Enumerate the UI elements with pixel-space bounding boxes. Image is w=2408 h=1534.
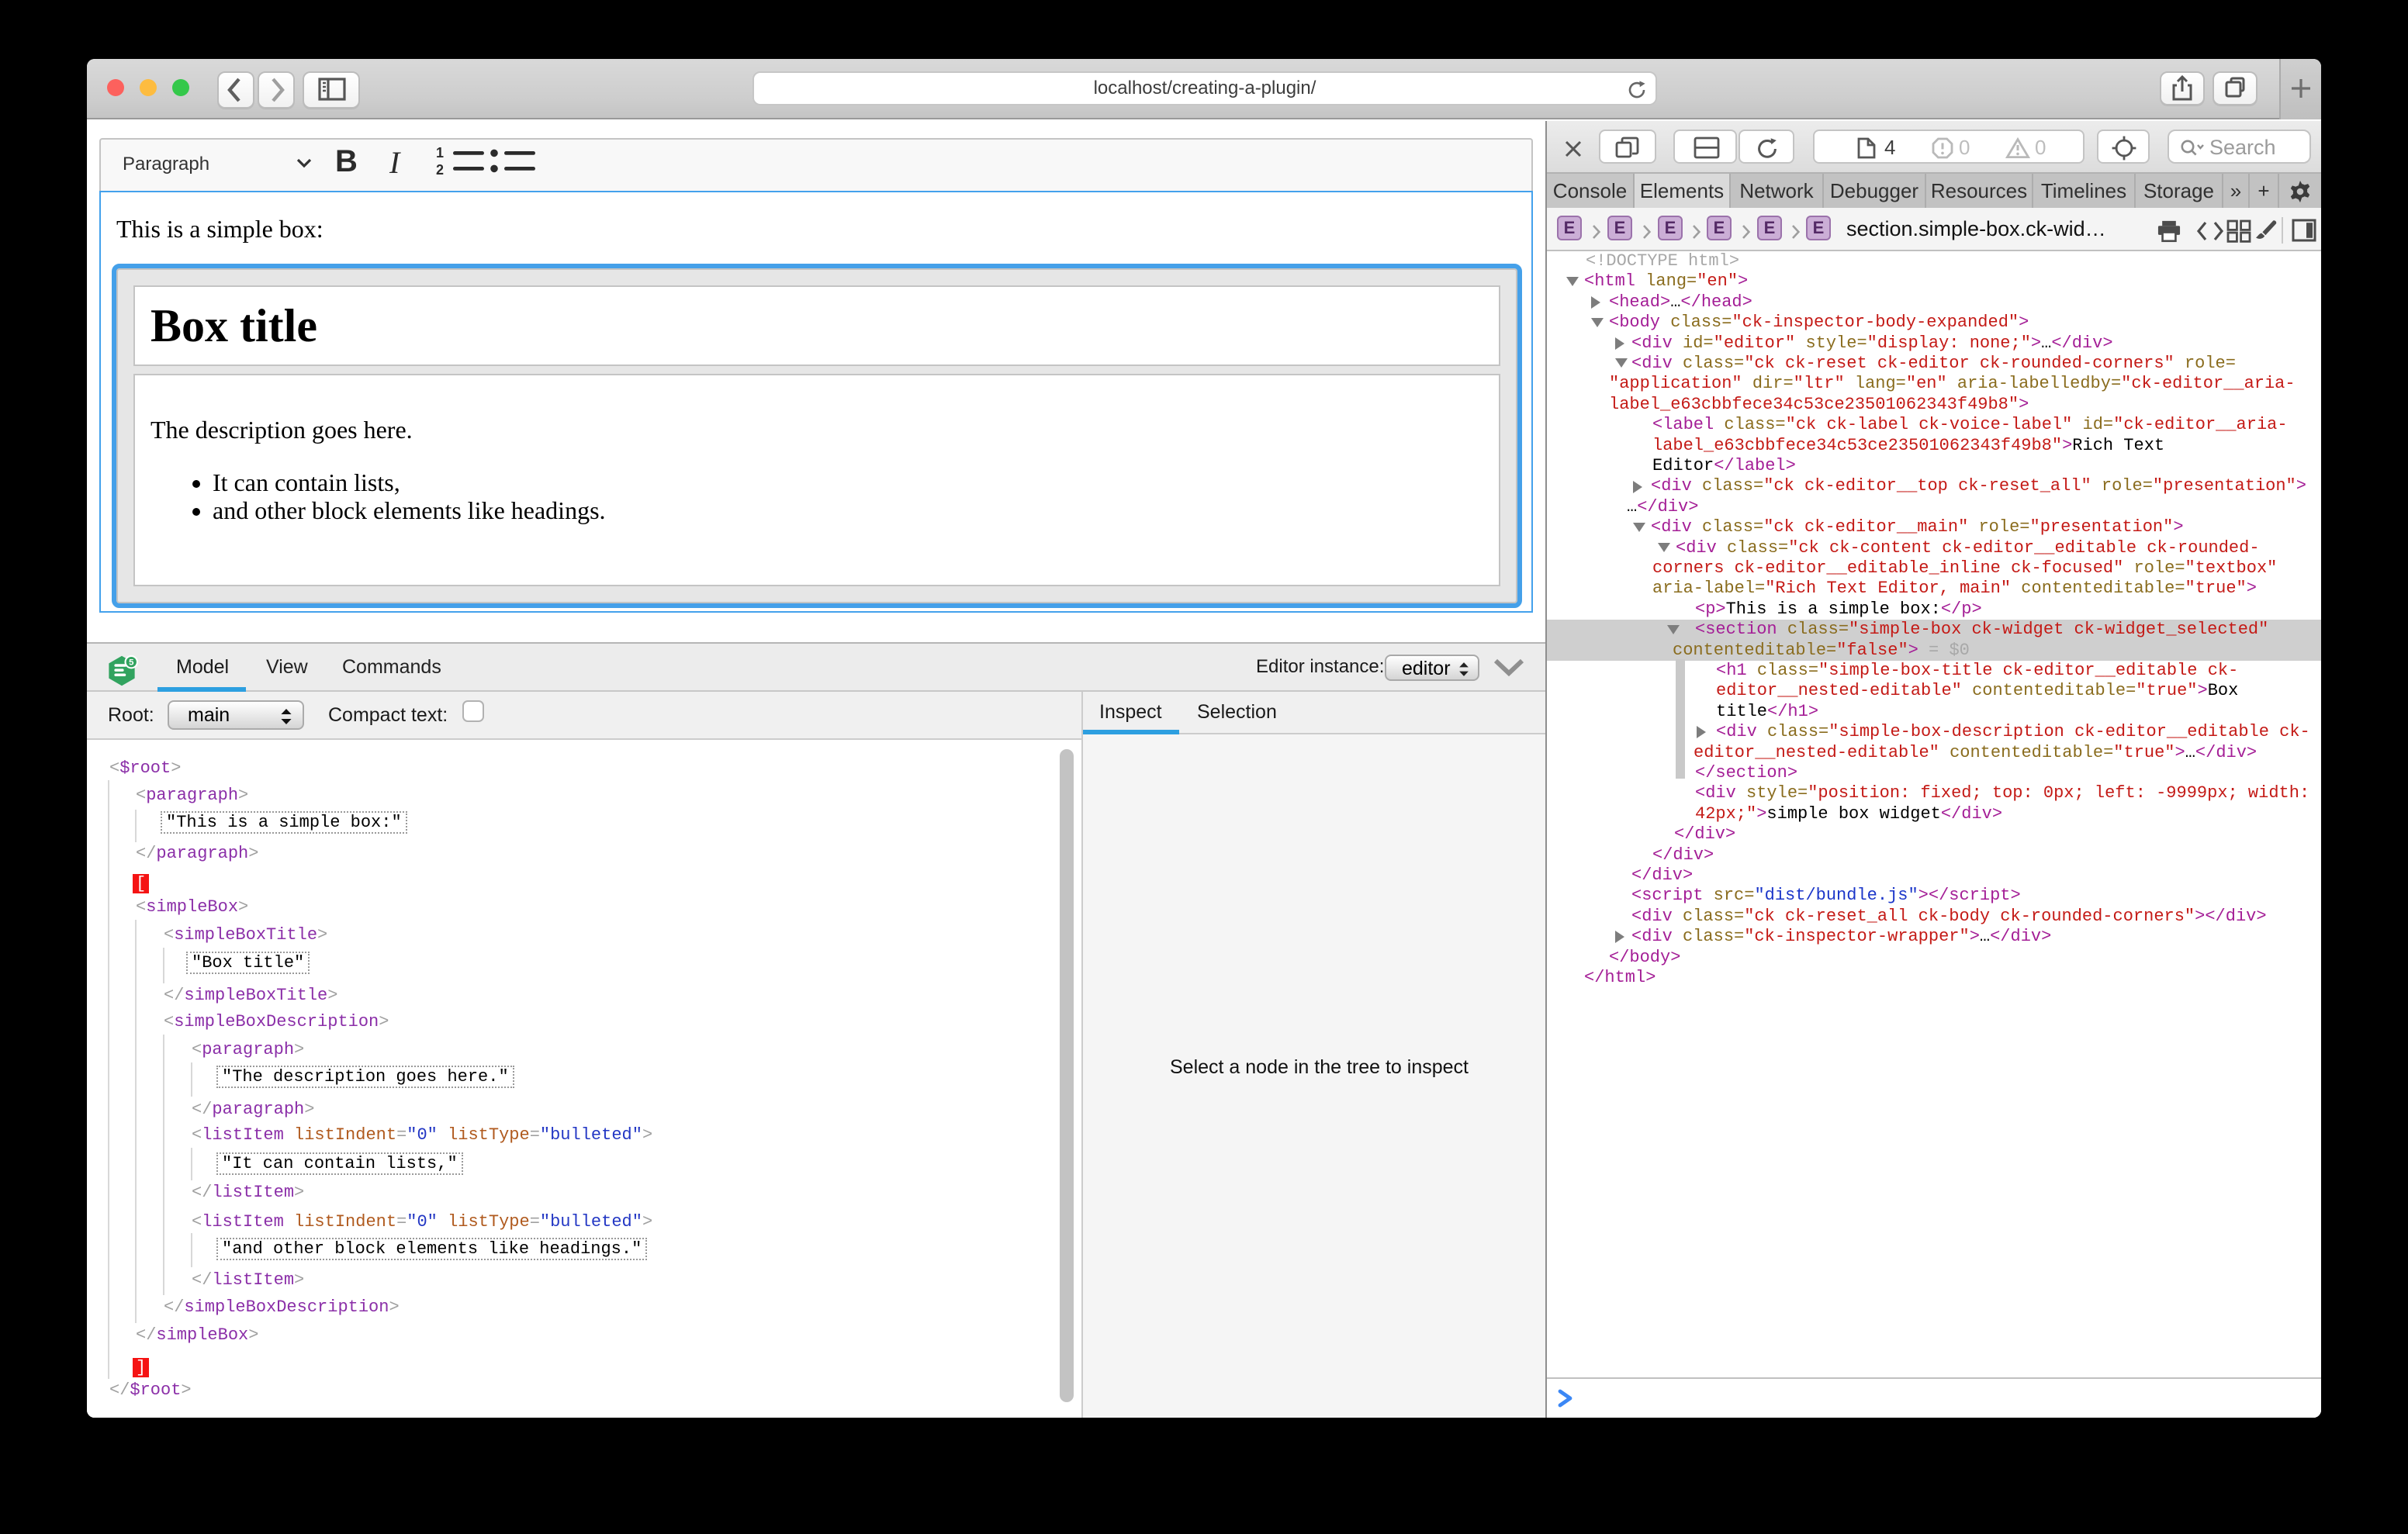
svg-text:2: 2: [436, 162, 444, 178]
svg-text:1: 1: [436, 145, 444, 161]
svg-text:5: 5: [129, 658, 133, 667]
